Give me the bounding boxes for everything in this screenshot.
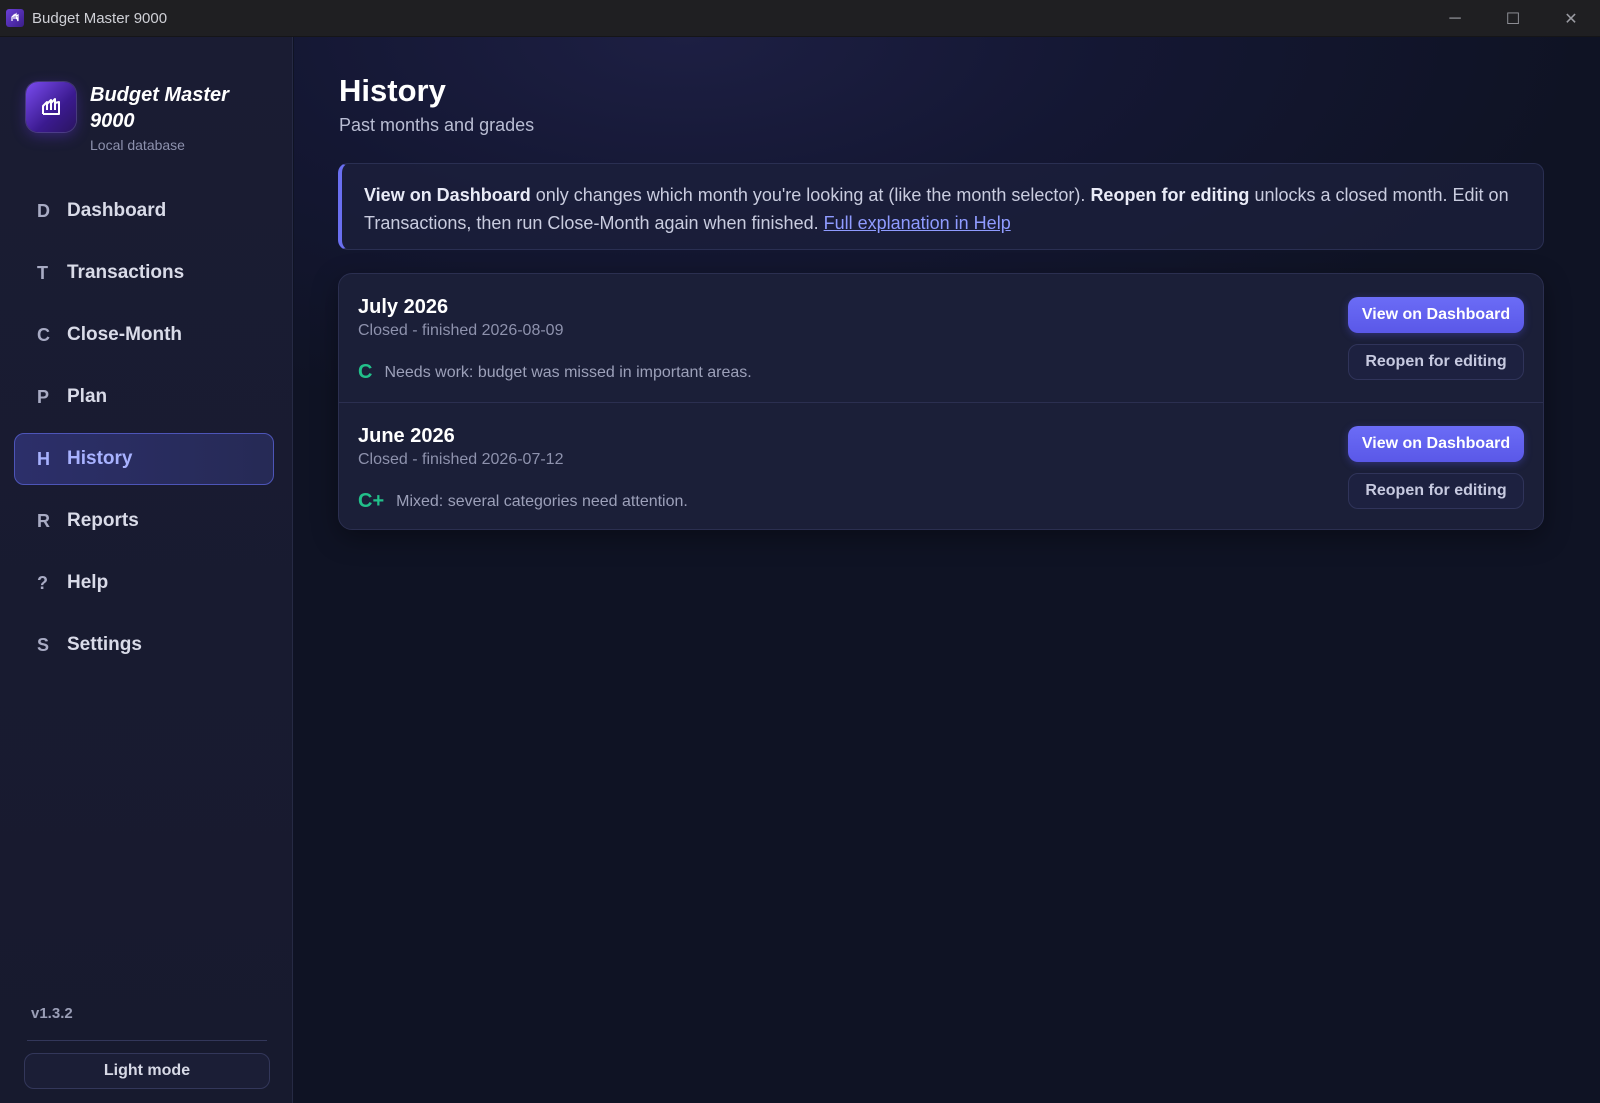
view-on-dashboard-button[interactable]: View on Dashboard — [1348, 297, 1524, 333]
sidebar-item-label: Transactions — [67, 262, 185, 283]
sidebar-item-label: Settings — [67, 634, 142, 655]
list-item: July 2026 Closed - finished 2026-08-09 C… — [339, 274, 1543, 402]
sidebar-item-label: Dashboard — [67, 200, 167, 221]
window-title: Budget Master 9000 — [32, 9, 168, 27]
info-bold-view: View on Dashboard — [364, 185, 531, 205]
sidebar-item-label: History — [67, 448, 133, 469]
info-banner: View on Dashboard only changes which mon… — [338, 163, 1544, 250]
sidebar-nav: D Dashboard T Transactions C Close-Month… — [14, 185, 274, 681]
reopen-for-editing-button[interactable]: Reopen for editing — [1348, 473, 1524, 509]
sidebar-item-label: Reports — [67, 510, 139, 531]
sidebar-item-help[interactable]: ? Help — [14, 557, 274, 609]
window-titlebar: Budget Master 9000 ─ ☐ ✕ — [0, 0, 1600, 37]
page-subtitle: Past months and grades — [339, 115, 535, 135]
app-version: v1.3.2 — [31, 1005, 73, 1022]
nav-letter-icon: T — [37, 262, 48, 283]
nav-letter-icon: P — [37, 386, 50, 407]
sidebar-item-settings[interactable]: S Settings — [14, 619, 274, 671]
sidebar-item-label: Plan — [67, 386, 108, 407]
minimize-icon[interactable]: ─ — [1426, 0, 1484, 37]
sidebar-item-dashboard[interactable]: D Dashboard — [14, 185, 274, 237]
light-mode-button[interactable]: Light mode — [24, 1053, 270, 1089]
history-list: July 2026 Closed - finished 2026-08-09 C… — [338, 273, 1544, 530]
sidebar-item-plan[interactable]: P Plan — [14, 371, 274, 423]
nav-letter-icon: S — [37, 634, 50, 655]
sidebar-item-close-month[interactable]: C Close-Month — [14, 309, 274, 361]
reopen-for-editing-button[interactable]: Reopen for editing — [1348, 344, 1524, 380]
page-title: History — [339, 73, 446, 108]
maximize-icon[interactable]: ☐ — [1484, 0, 1542, 37]
sidebar-item-reports[interactable]: R Reports — [14, 495, 274, 547]
grade-note: Mixed: several categories need attention… — [396, 492, 688, 510]
nav-letter-icon: R — [37, 510, 50, 531]
sidebar-item-label: Close-Month — [67, 324, 183, 345]
nav-letter-icon: H — [37, 448, 50, 469]
brand-subtitle: Local database — [90, 137, 185, 153]
grade-note: Needs work: budget was missed in importa… — [384, 363, 752, 381]
month-status: Closed - finished 2026-08-09 — [358, 322, 564, 339]
app-icon — [6, 9, 24, 27]
close-icon[interactable]: ✕ — [1542, 0, 1600, 37]
sidebar-item-history[interactable]: H History — [14, 433, 274, 485]
nav-letter-icon: C — [37, 324, 50, 345]
nav-letter-icon: ? — [37, 572, 48, 593]
brand-logo-icon — [26, 82, 76, 132]
info-text-1: only changes which month you're looking … — [530, 185, 1091, 205]
sidebar: Budget Master 9000 Local database D Dash… — [0, 37, 293, 1103]
grade-badge: C+ — [358, 490, 385, 512]
brand: Budget Master 9000 Local database — [26, 82, 250, 153]
main-content: History Past months and grades View on D… — [294, 37, 1600, 1103]
month-name: June 2026 — [358, 425, 455, 447]
month-name: July 2026 — [358, 296, 449, 318]
info-bold-reopen: Reopen for editing — [1090, 185, 1250, 205]
sidebar-divider — [27, 1040, 267, 1041]
month-status: Closed - finished 2026-07-12 — [358, 451, 564, 468]
grade-badge: C — [358, 361, 373, 383]
brand-name: Budget Master 9000 — [90, 84, 229, 132]
view-on-dashboard-button[interactable]: View on Dashboard — [1348, 426, 1524, 462]
help-link[interactable]: Full explanation in Help — [824, 213, 1011, 233]
sidebar-item-transactions[interactable]: T Transactions — [14, 247, 274, 299]
sidebar-item-label: Help — [67, 572, 109, 593]
nav-letter-icon: D — [37, 200, 50, 221]
list-item: June 2026 Closed - finished 2026-07-12 C… — [339, 402, 1543, 529]
